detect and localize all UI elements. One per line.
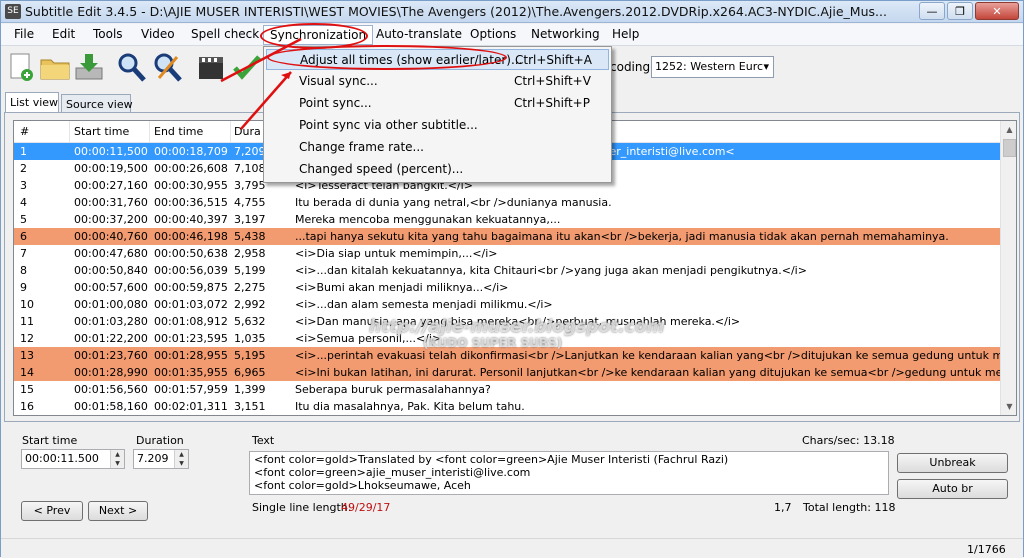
watermark-subtitle: (KUDO SUPER SUBS) (423, 336, 563, 350)
app-window: SE Subtitle Edit 3.4.5 - D:\AJIE MUSER I… (0, 0, 1024, 558)
watermark-url: http://ajie-muser.blogspot.com (369, 317, 665, 337)
red-annotation-arrows (220, 37, 302, 130)
